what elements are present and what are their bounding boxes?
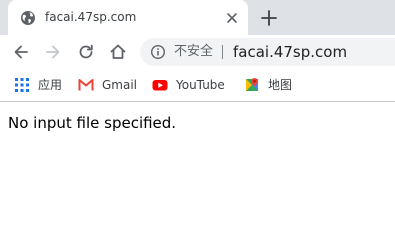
tab-active[interactable]: facai.47sp.com <box>8 0 248 35</box>
browser-toolbar: 不安全 facai.47sp.com <box>0 35 395 69</box>
home-icon[interactable] <box>108 42 128 62</box>
address-separator <box>222 45 223 59</box>
maps-icon <box>246 78 258 91</box>
url-text[interactable]: facai.47sp.com <box>233 43 347 61</box>
globe-icon <box>21 11 35 25</box>
youtube-icon <box>152 80 168 91</box>
apps-grid-icon <box>15 78 29 92</box>
bookmark-apps[interactable]: 应用 <box>14 76 66 94</box>
tab-strip: facai.47sp.com <box>0 0 395 35</box>
bookmarks-bar: 应用 Gmail YouTube 地图 <box>0 69 395 102</box>
security-status-text[interactable]: 不安全 <box>174 44 213 60</box>
bookmark-maps[interactable]: 地图 <box>244 76 296 94</box>
reload-icon[interactable] <box>76 42 96 62</box>
address-bar[interactable]: 不安全 facai.47sp.com <box>140 38 395 66</box>
gmail-icon <box>78 79 94 91</box>
bookmark-label: Gmail <box>102 78 138 92</box>
info-icon[interactable] <box>150 44 166 60</box>
error-message: No input file specified. <box>8 114 177 132</box>
forward-arrow-icon[interactable] <box>43 42 63 62</box>
bookmark-label: 应用 <box>38 78 63 92</box>
bookmark-gmail[interactable]: Gmail <box>78 76 140 94</box>
bookmark-youtube[interactable]: YouTube <box>152 76 232 94</box>
new-tab-plus-icon[interactable] <box>258 7 280 29</box>
bookmark-label: 地图 <box>268 78 293 92</box>
back-arrow-icon[interactable] <box>11 42 31 62</box>
page-content: No input file specified. <box>0 103 395 243</box>
bookmark-label: YouTube <box>176 78 225 92</box>
tab-title: facai.47sp.com <box>45 10 137 24</box>
close-icon[interactable] <box>223 9 241 27</box>
